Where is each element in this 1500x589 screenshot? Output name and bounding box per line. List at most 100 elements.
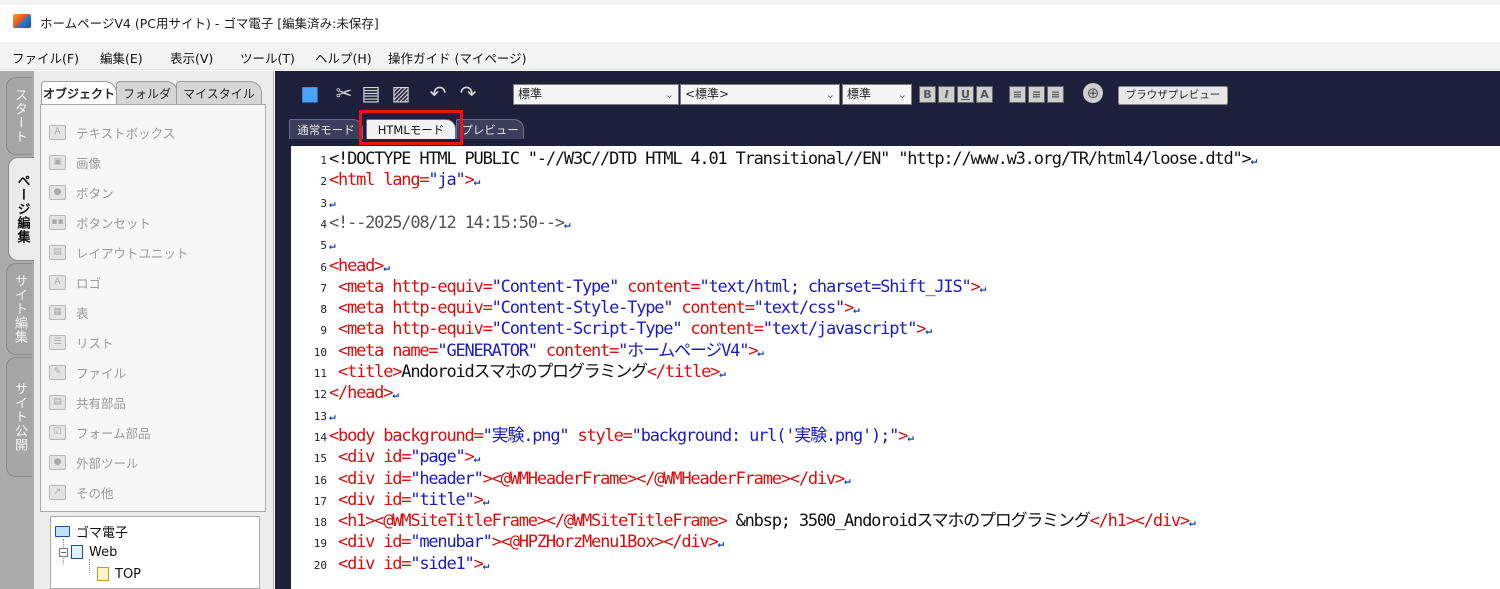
- code-line[interactable]: 4 <!--2025/08/12 14:15:50-->↵: [291, 212, 570, 234]
- list-icon: ☰: [49, 334, 66, 350]
- object-item-other[interactable]: ↗ その他: [49, 481, 114, 503]
- object-item-button[interactable]: ● ボタン: [49, 181, 114, 203]
- site-folder-icon: [55, 525, 70, 537]
- menu-view[interactable]: 表示(V): [170, 48, 213, 67]
- object-item-external-tools[interactable]: ● 外部ツール: [49, 451, 139, 473]
- code-line[interactable]: 12 </head>↵: [291, 382, 399, 404]
- code-line[interactable]: 16 <div id="header"><@WMHeaderFrame></@W…: [291, 468, 851, 490]
- style-select[interactable]: 標準 ⌄: [513, 84, 679, 105]
- chevron-down-icon: ⌄: [664, 88, 674, 101]
- tree-page-top[interactable]: TOP: [97, 564, 141, 584]
- tab-preview[interactable]: プレビュー: [456, 119, 524, 139]
- object-item-logo[interactable]: A ロゴ: [49, 271, 101, 293]
- vtab-site-publish[interactable]: サイト公開: [6, 357, 32, 477]
- line-break-icon: ↵: [482, 558, 490, 572]
- chevron-down-icon: ⌄: [825, 88, 835, 101]
- line-break-icon: ↵: [329, 409, 336, 423]
- font-color-button[interactable]: A: [976, 86, 993, 103]
- code-token: "text/css": [753, 298, 846, 319]
- code-line[interactable]: 9 <meta http-equiv="Content-Script-Type"…: [291, 318, 932, 340]
- tab-folders[interactable]: フォルダ: [116, 81, 178, 104]
- size-select[interactable]: 標準 ⌄: [842, 84, 912, 105]
- code-line[interactable]: 7 <meta http-equiv="Content-Type" conten…: [291, 276, 986, 298]
- menu-tools[interactable]: ツール(T): [240, 48, 295, 67]
- code-line[interactable]: 11 <title>Andoroidスマホのプログラミング</title>↵: [291, 361, 726, 383]
- code-token: ><@WMHeaderFrame></@WMHeaderFrame></div>: [482, 468, 846, 489]
- code-token: "page": [410, 447, 465, 468]
- object-item-table[interactable]: ▦ 表: [49, 301, 89, 323]
- bold-button[interactable]: B: [919, 86, 936, 103]
- code-token: <meta name=: [329, 340, 439, 361]
- code-line[interactable]: 18 <h1><@WMSiteTitleFrame></@WMSiteTitle…: [291, 510, 1196, 532]
- undo-icon[interactable]: ↶: [426, 81, 450, 105]
- menu-file[interactable]: ファイル(F): [12, 48, 79, 67]
- object-item-shared-parts[interactable]: ▤ 共有部品: [49, 391, 126, 413]
- editor-toolbar: ■ ✂ ▤ ▨ ↶ ↷ 標準 ⌄ <標準> ⌄ 標準 ⌄ B I U A ≡ ≡ ≡ …: [275, 71, 1500, 117]
- code-line[interactable]: 20 <div id="side1">↵: [291, 553, 490, 575]
- object-item-textbox[interactable]: A テキストボックス: [49, 121, 175, 143]
- code-token: >: [748, 340, 758, 361]
- code-line[interactable]: 10 <meta name="GENERATOR" content="ホームペー…: [291, 340, 764, 362]
- code-token: >: [464, 170, 475, 191]
- collapse-icon[interactable]: −: [59, 547, 68, 557]
- align-center-button[interactable]: ≡: [1028, 86, 1045, 103]
- tree-root[interactable]: ゴマ電子: [55, 521, 128, 541]
- save-icon[interactable]: ■: [298, 81, 322, 105]
- menu-guide[interactable]: 操作ガイド (マイページ): [388, 48, 526, 67]
- code-line[interactable]: 15 <div id="page">↵: [291, 446, 480, 468]
- line-break-icon: ↵: [757, 345, 764, 359]
- code-line[interactable]: 8 <meta http-equiv="Content-Style-Type" …: [291, 297, 859, 319]
- object-item-form-parts[interactable]: ☑ フォーム部品: [49, 421, 151, 443]
- window-title: ホームページV4 (PC用サイト) - ゴマ電子 [編集済み:未保存]: [40, 16, 379, 31]
- vtab-page-edit[interactable]: ページ編集: [8, 157, 35, 261]
- code-line[interactable]: 17 <div id="title">↵: [291, 489, 490, 511]
- other-icon: ↗: [49, 484, 66, 500]
- object-item-button-set[interactable]: ▪▪ ボタンセット: [49, 211, 151, 233]
- menu-bar: ファイル(F) 編集(E) 表示(V) ツール(T) ヘルプ(H) 操作ガイド …: [0, 42, 1500, 70]
- vtab-start[interactable]: スタート: [6, 77, 32, 155]
- web-folder-icon: [71, 545, 83, 559]
- code-token: </h1></div>: [1089, 511, 1191, 532]
- tag-select[interactable]: <標準> ⌄: [680, 84, 840, 105]
- html-code-editor[interactable]: 1 <!DOCTYPE HTML PUBLIC "-//W3C//DTD HTML…: [291, 146, 1500, 589]
- redo-icon[interactable]: ↷: [456, 81, 480, 105]
- underline-button[interactable]: U: [957, 86, 974, 103]
- code-line[interactable]: 13 ↵: [291, 404, 336, 426]
- code-line[interactable]: 14 <body background="実験.png" style="backg…: [291, 425, 914, 447]
- italic-button[interactable]: I: [938, 86, 955, 103]
- object-item-list[interactable]: ☰ リスト: [49, 331, 114, 353]
- code-line[interactable]: 2 <html lang="ja">↵: [291, 169, 480, 191]
- code-token: <meta http-equiv=: [329, 319, 493, 340]
- cut-icon[interactable]: ✂: [332, 81, 356, 105]
- site-tree: ゴマ電子 − Web TOP: [50, 516, 260, 589]
- object-item-image[interactable]: ▣ 画像: [49, 151, 101, 173]
- form-parts-icon: ☑: [49, 424, 66, 440]
- menu-help[interactable]: ヘルプ(H): [315, 48, 372, 67]
- tab-my-styles[interactable]: マイスタイル: [176, 81, 262, 104]
- tab-normal-mode[interactable]: 通常モード: [289, 119, 363, 139]
- code-line[interactable]: 3 ↵: [291, 191, 335, 213]
- object-item-layout-unit[interactable]: ▤ レイアウトユニット: [49, 241, 189, 263]
- tab-objects[interactable]: オブジェクト: [41, 81, 117, 104]
- code-line[interactable]: 6 <head>↵: [291, 255, 389, 277]
- code-line[interactable]: 19 <div id="menubar"><@HPZHorzMenu1Box><…: [291, 531, 724, 553]
- line-break-icon: ↵: [717, 537, 725, 551]
- object-item-file[interactable]: ✎ ファイル: [49, 361, 126, 383]
- line-break-icon: ↵: [473, 175, 481, 189]
- code-token: >: [916, 319, 926, 340]
- code-line[interactable]: 1 <!DOCTYPE HTML PUBLIC "-//W3C//DTD HTML…: [291, 148, 1257, 170]
- code-token: "header": [410, 468, 483, 489]
- code-line[interactable]: 5 ↵: [291, 233, 335, 255]
- tree-connector: [89, 559, 90, 573]
- align-right-button[interactable]: ≡: [1047, 86, 1064, 103]
- browser-preview-button[interactable]: ブラウザプレビュー: [1118, 86, 1228, 105]
- menu-edit[interactable]: 編集(E): [100, 48, 143, 67]
- vtab-site-edit[interactable]: サイト編集: [6, 263, 32, 355]
- link-icon[interactable]: ⊕: [1083, 83, 1103, 103]
- code-token: "text/html; charset=Shift_JIS": [699, 276, 971, 297]
- paste-icon[interactable]: ▨: [389, 81, 413, 105]
- align-left-button[interactable]: ≡: [1009, 86, 1026, 103]
- tab-html-mode[interactable]: HTMLモード: [366, 119, 456, 139]
- code-token: content=: [672, 298, 755, 319]
- copy-icon[interactable]: ▤: [359, 81, 383, 105]
